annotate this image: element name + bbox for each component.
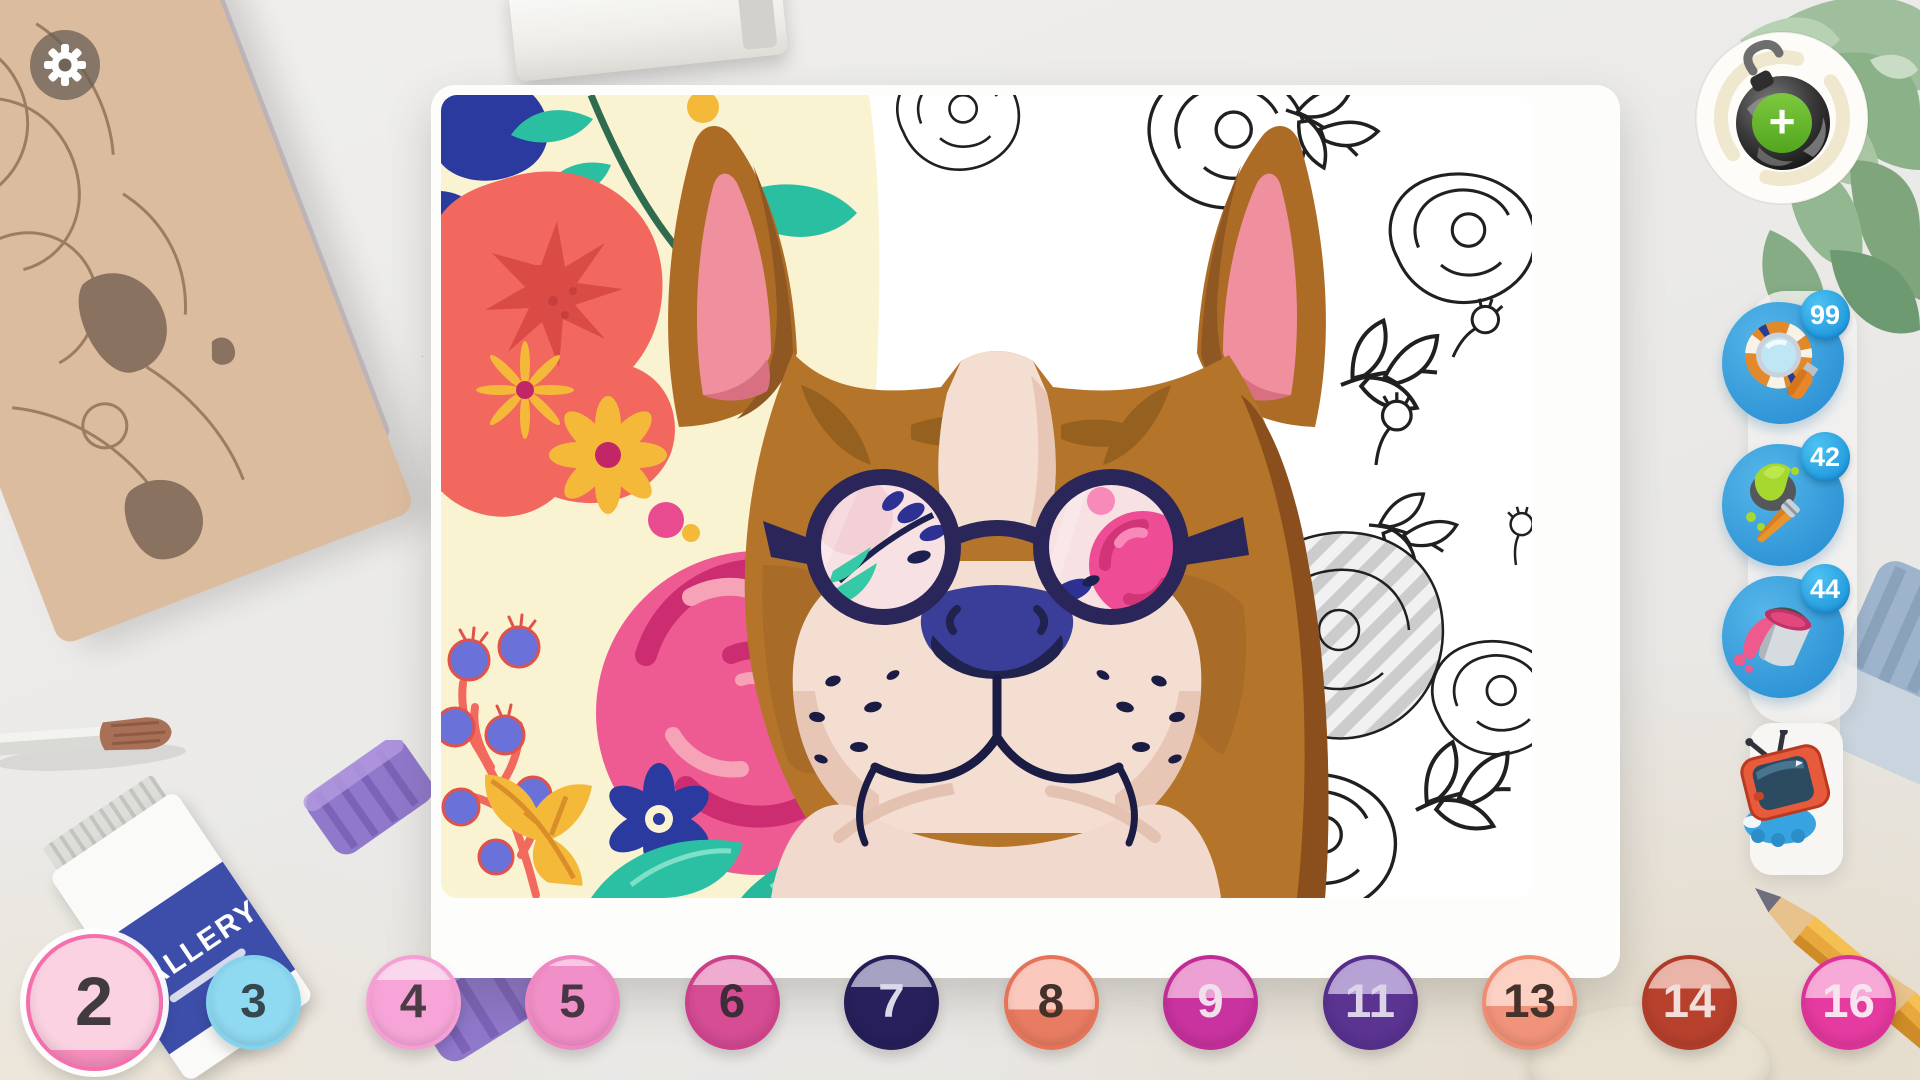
palette-color-number: 2 xyxy=(75,968,113,1037)
palette-color-number: 6 xyxy=(719,978,745,1026)
palette-color-number: 11 xyxy=(1345,978,1395,1026)
palette-color-number: 4 xyxy=(400,978,426,1026)
canvas-card xyxy=(431,85,1620,978)
palette-color-swatch[interactable]: 16 xyxy=(1801,955,1896,1050)
palette-color-swatch[interactable]: 2 xyxy=(26,934,163,1071)
booster-count-badge: 42 xyxy=(1800,432,1850,482)
palette-color-swatch[interactable]: 8 xyxy=(1004,955,1099,1050)
palette-color-swatch[interactable]: 6 xyxy=(685,955,780,1050)
plus-label: + xyxy=(1769,95,1796,147)
palette-color-number: 8 xyxy=(1038,978,1064,1026)
palette-color-swatch[interactable]: 9 xyxy=(1163,955,1258,1050)
palette-color-swatch[interactable]: 11 xyxy=(1323,955,1418,1050)
palette-color-swatch[interactable]: 13 xyxy=(1482,955,1577,1050)
bomb-plus-icon: + xyxy=(1695,31,1869,205)
palette-color-swatch[interactable]: 5 xyxy=(525,955,620,1050)
palette-color-swatch[interactable]: 3 xyxy=(206,955,301,1050)
palette-color-number: 7 xyxy=(878,978,904,1026)
eraser xyxy=(508,0,789,82)
watch-ad-tv-button[interactable] xyxy=(1722,730,1850,858)
booster-count-badge: 99 xyxy=(1800,290,1850,340)
palette-color-number: 9 xyxy=(1197,978,1223,1026)
settings-button[interactable] xyxy=(30,30,100,100)
palette-color-number: 5 xyxy=(559,978,585,1026)
palette-color-swatch[interactable]: 4 xyxy=(366,955,461,1050)
tv-icon xyxy=(1722,730,1850,858)
palette-color-swatch[interactable]: 14 xyxy=(1642,955,1737,1050)
booster-brush-button[interactable]: 42 xyxy=(1722,444,1844,566)
gear-icon xyxy=(43,43,87,87)
booster-count-badge: 44 xyxy=(1800,564,1850,614)
bulldog-artwork[interactable] xyxy=(441,95,1532,898)
palette-color-number: 3 xyxy=(240,978,266,1026)
palette-color-number: 14 xyxy=(1663,978,1716,1026)
palette-color-swatch[interactable]: 7 xyxy=(844,955,939,1050)
coloring-picture[interactable] xyxy=(441,95,1532,898)
booster-magnifier-button[interactable]: 99 xyxy=(1722,302,1844,424)
palette-color-number: 13 xyxy=(1503,978,1556,1026)
palette-color-number: 16 xyxy=(1822,978,1875,1026)
bomb-boost-button[interactable]: + xyxy=(1695,31,1869,205)
booster-bucket-button[interactable]: 44 xyxy=(1722,576,1844,698)
game-screen: GALLERY xyxy=(0,0,1920,1080)
